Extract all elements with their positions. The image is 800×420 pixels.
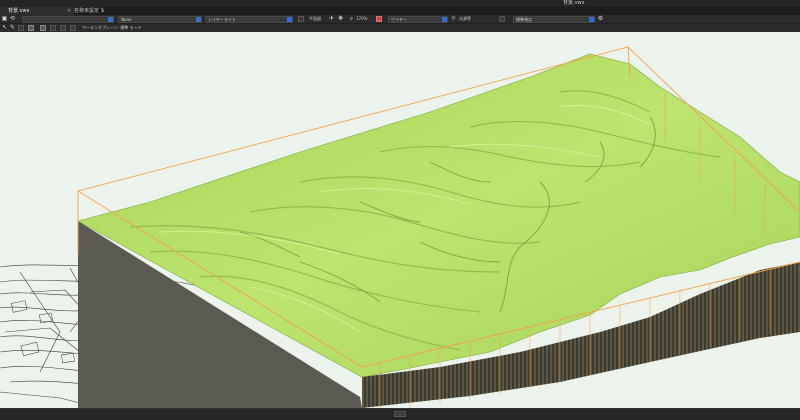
mode-button-3[interactable]: [50, 25, 56, 31]
tab-label: 背景.vwx: [8, 8, 30, 14]
saved-view-dropdown[interactable]: 標準視点: [513, 16, 595, 23]
tab-document-2[interactable]: 名称未設定 1 ×: [66, 7, 108, 15]
render-mode-value: ワイヤー: [391, 17, 407, 22]
flyover-icon[interactable]: ✈: [328, 15, 335, 23]
camera-button[interactable]: [499, 16, 505, 22]
tab-label: 名称未設定 1: [74, 8, 104, 14]
mode-button-2[interactable]: [40, 25, 46, 31]
view-bar: ▣ ⟲ None レイヤーライト 平面図 ✈ ✥ ⌕ 170% ワイヤー ☼ 光…: [0, 15, 800, 24]
layer-value: レイヤーライト: [208, 17, 236, 22]
chevron-down-icon: [442, 17, 447, 22]
view-label: 平面図: [309, 16, 321, 21]
settings-icon[interactable]: ⚙: [597, 15, 604, 23]
mode-hint-text: ワーキングプレーン: 標準 モード: [82, 25, 142, 30]
tab-document-1[interactable]: 背景.vwx ×: [0, 7, 74, 15]
active-class-dropdown[interactable]: [22, 16, 114, 23]
model-render: [0, 46, 800, 408]
mode-button-5[interactable]: [70, 25, 76, 31]
chevron-down-icon: [108, 17, 113, 22]
grid-icon[interactable]: [18, 25, 24, 31]
chevron-down-icon: [589, 17, 594, 22]
status-bar: ◦◦◦: [0, 408, 800, 420]
zoom-icon[interactable]: ⌕: [348, 15, 355, 23]
mode-button-1[interactable]: [28, 25, 34, 31]
walkthrough-icon[interactable]: ✥: [337, 15, 344, 23]
title-bar: 背景.vwx: [0, 0, 800, 7]
zoom-level: 170%: [356, 16, 368, 21]
lighting-label: 光源等: [459, 16, 471, 21]
mode-bar: ↖ ✎ ワーキングプレーン: 標準 モード: [0, 24, 800, 32]
drawing-viewport[interactable]: [0, 32, 800, 408]
class-dropdown[interactable]: None: [118, 16, 202, 23]
tool-icon[interactable]: ▣: [1, 15, 8, 23]
layer-dropdown[interactable]: レイヤーライト: [205, 16, 293, 23]
mode-button-4[interactable]: [60, 25, 66, 31]
render-mode-button[interactable]: [376, 16, 382, 22]
chevron-down-icon: [287, 17, 292, 22]
chevron-down-icon: [196, 17, 201, 22]
document-tab-bar: 背景.vwx × 名称未設定 1 ×: [0, 7, 800, 15]
arrow-icon[interactable]: ↖: [1, 24, 8, 32]
saved-view-value: 標準視点: [516, 17, 532, 22]
view-toggle-button[interactable]: [298, 16, 304, 22]
render-mode-dropdown[interactable]: ワイヤー: [388, 16, 448, 23]
window-title: 背景.vwx: [563, 0, 585, 6]
class-value: None: [121, 17, 132, 22]
refresh-icon[interactable]: ⟲: [9, 15, 16, 23]
status-center-button[interactable]: ◦◦◦: [394, 411, 406, 417]
close-icon[interactable]: ×: [101, 7, 105, 15]
pencil-icon[interactable]: ✎: [9, 24, 16, 32]
lighting-icon[interactable]: ☼: [450, 15, 457, 23]
